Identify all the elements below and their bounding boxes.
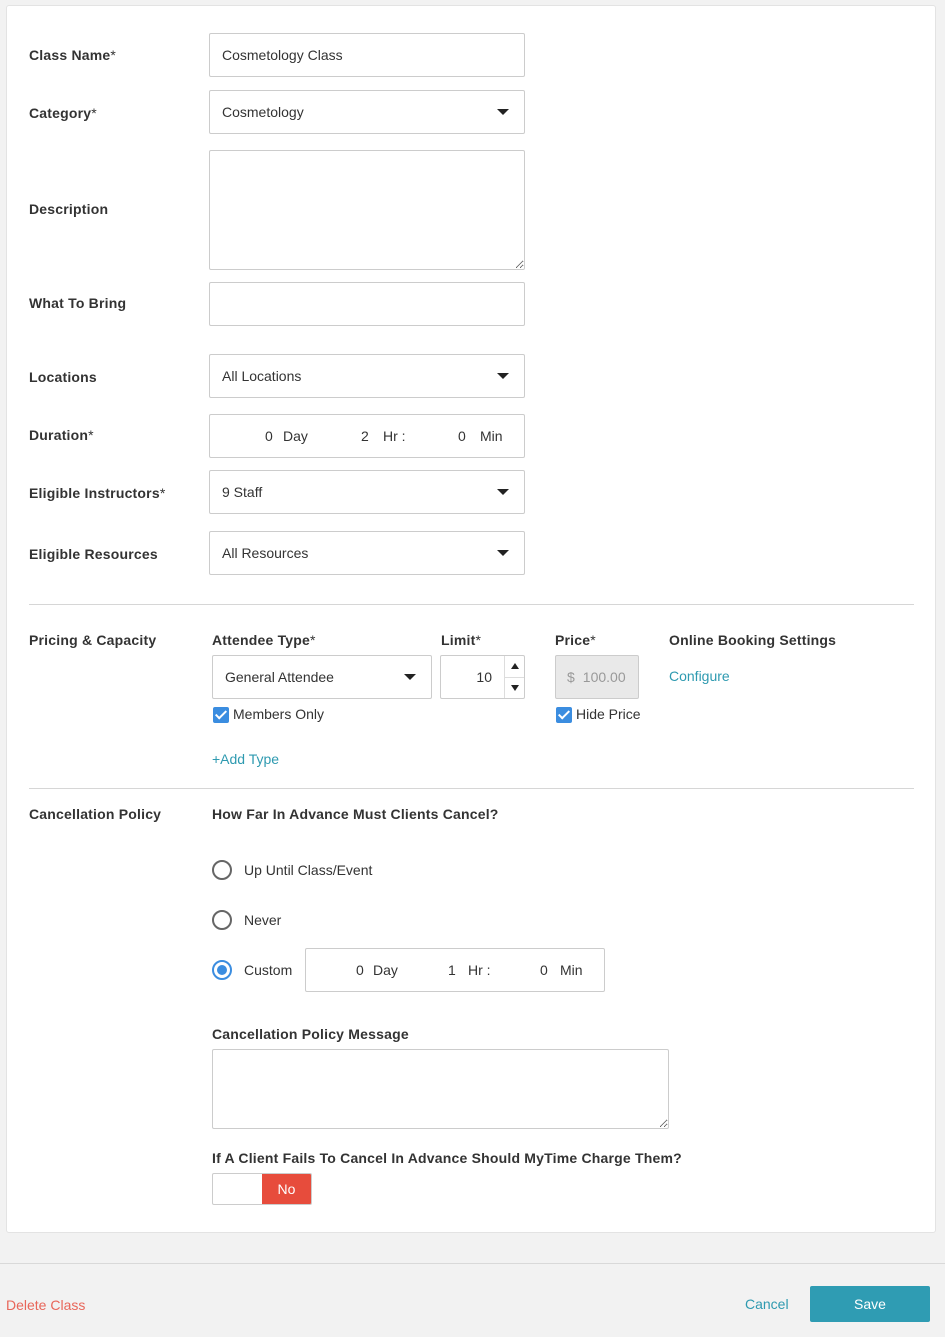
chevron-down-icon	[404, 674, 416, 680]
custom-hr-unit: Hr :	[468, 962, 491, 978]
chevron-down-icon	[497, 489, 509, 495]
radio-up-until[interactable]	[212, 860, 232, 880]
duration-day-value[interactable]: 0	[265, 428, 273, 444]
policy-message-label: Cancellation Policy Message	[212, 1026, 409, 1042]
radio-up-until-label: Up Until Class/Event	[244, 862, 373, 878]
category-label: Category*	[29, 105, 97, 121]
custom-day-unit: Day	[373, 962, 398, 978]
radio-custom-label: Custom	[244, 962, 293, 978]
locations-select[interactable]: All Locations	[209, 354, 525, 398]
custom-min-unit: Min	[560, 962, 583, 978]
duration-hr-unit: Hr :	[383, 428, 406, 444]
attendee-type-select[interactable]: General Attendee	[212, 655, 432, 699]
hide-price-label: Hide Price	[576, 706, 641, 722]
add-type-link[interactable]: +Add Type	[212, 751, 279, 767]
what-to-bring-label: What To Bring	[29, 295, 127, 311]
hide-price-checkbox[interactable]	[556, 707, 572, 723]
currency-symbol: $	[567, 669, 575, 685]
custom-min-value[interactable]: 0	[540, 962, 548, 978]
policy-message-textarea[interactable]	[212, 1049, 669, 1129]
duration-day-unit: Day	[283, 428, 308, 444]
locations-label: Locations	[29, 369, 97, 385]
configure-link[interactable]: Configure	[669, 668, 730, 684]
section-divider	[29, 604, 914, 605]
radio-never[interactable]	[212, 910, 232, 930]
description-label: Description	[29, 201, 109, 217]
category-select[interactable]: Cosmetology	[209, 90, 525, 134]
members-only-checkbox[interactable]	[213, 707, 229, 723]
radio-never-label: Never	[244, 912, 282, 928]
what-to-bring-input[interactable]	[209, 282, 525, 326]
description-textarea[interactable]	[209, 150, 525, 270]
attendee-type-header: Attendee Type*	[212, 632, 316, 648]
cancellation-section-label: Cancellation Policy	[29, 806, 162, 822]
price-input: $ 100.00	[555, 655, 639, 699]
class-name-label: Class Name*	[29, 47, 117, 63]
class-form-card: Class Name* Category* Cosmetology Descri…	[6, 5, 936, 1233]
pricing-section-label: Pricing & Capacity	[29, 632, 157, 648]
eligible-instructors-select[interactable]: 9 Staff	[209, 470, 525, 514]
footer-divider	[0, 1263, 945, 1264]
duration-field[interactable]: 0 Day 2 Hr : 0 Min	[209, 414, 525, 458]
class-name-input[interactable]	[209, 33, 525, 77]
chevron-down-icon	[497, 550, 509, 556]
stepper-up-icon[interactable]	[511, 663, 519, 669]
members-only-label: Members Only	[233, 706, 325, 722]
cancel-advance-question: How Far In Advance Must Clients Cancel?	[212, 806, 499, 822]
save-button[interactable]: Save	[810, 1286, 930, 1322]
chevron-down-icon	[497, 109, 509, 115]
duration-min-value[interactable]: 0	[458, 428, 466, 444]
delete-class-link[interactable]: Delete Class	[6, 1297, 85, 1313]
limit-input[interactable]: 10	[440, 655, 525, 699]
charge-toggle[interactable]: No	[212, 1173, 312, 1205]
eligible-resources-label: Eligible Resources	[29, 546, 158, 562]
custom-day-value[interactable]: 0	[356, 962, 364, 978]
custom-cancel-duration[interactable]: 0 Day 1 Hr : 0 Min	[305, 948, 605, 992]
section-divider	[29, 788, 914, 789]
duration-min-unit: Min	[480, 428, 503, 444]
charge-question: If A Client Fails To Cancel In Advance S…	[212, 1150, 682, 1166]
duration-label: Duration*	[29, 427, 94, 443]
eligible-instructors-label: Eligible Instructors*	[29, 485, 166, 501]
eligible-resources-select[interactable]: All Resources	[209, 531, 525, 575]
custom-hr-value[interactable]: 1	[448, 962, 456, 978]
cancel-link[interactable]: Cancel	[745, 1296, 789, 1312]
limit-header: Limit*	[441, 632, 482, 648]
online-booking-header: Online Booking Settings	[669, 632, 837, 648]
stepper-down-icon[interactable]	[511, 685, 519, 691]
limit-stepper[interactable]	[504, 656, 524, 698]
radio-custom[interactable]	[212, 960, 232, 980]
chevron-down-icon	[497, 373, 509, 379]
charge-toggle-no[interactable]: No	[262, 1174, 311, 1204]
duration-hr-value[interactable]: 2	[361, 428, 369, 444]
price-header: Price*	[555, 632, 596, 648]
